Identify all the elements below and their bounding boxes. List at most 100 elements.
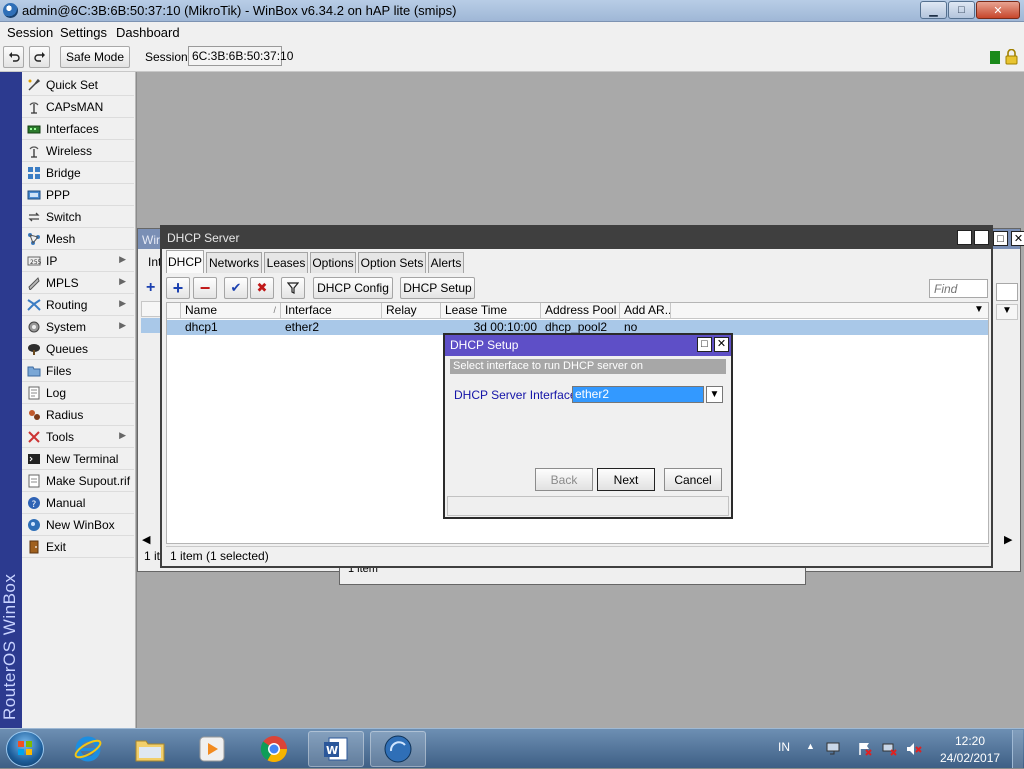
language-indicator[interactable]: IN <box>778 740 790 754</box>
sidebar-item-exit[interactable]: Exit <box>22 536 134 558</box>
column-menu-icon[interactable]: ▼ <box>974 304 984 315</box>
submenu-arrow-icon: ▶ <box>119 320 126 330</box>
remove-button[interactable]: − <box>193 277 217 299</box>
manual-icon: ? <box>28 496 40 510</box>
tab-dhcp[interactable]: DHCP <box>166 250 204 273</box>
dhcp-server-maximize-button[interactable]: □ <box>957 230 972 245</box>
session-field[interactable]: 6C:3B:6B:50:37:10 <box>188 46 293 66</box>
minimize-button[interactable]: ▁ <box>920 1 947 19</box>
dhcp-setup-close-button[interactable]: ✕ <box>714 337 729 352</box>
network-disconnected-icon[interactable] <box>882 741 898 757</box>
sidebar-item-tools[interactable]: Tools ▶ <box>22 426 134 448</box>
column-header-interface[interactable]: Interface <box>281 303 382 319</box>
disable-button[interactable]: ✖ <box>250 277 274 299</box>
redo-button[interactable] <box>29 46 50 68</box>
sidebar-item-manual[interactable]: ? Manual <box>22 492 134 514</box>
sidebar-item-ppp[interactable]: PPP <box>22 184 134 206</box>
files-icon <box>27 366 41 376</box>
menu-dashboard[interactable]: Dashboard <box>116 25 180 40</box>
taskbar-winbox[interactable] <box>370 731 426 767</box>
dhcp-setup-maximize-button[interactable]: □ <box>697 337 712 352</box>
taskbar-internet-explorer[interactable] <box>60 731 116 767</box>
tab-options[interactable]: Options <box>310 252 356 273</box>
taskbar: W IN ▲ 12:20 24/02/2017 <box>0 728 1024 768</box>
column-header-add-arp[interactable]: Add AR... <box>620 303 671 319</box>
dhcp-server-status: 1 item (1 selected) <box>166 546 989 565</box>
sidebar-item-capsman[interactable]: CAPsMAN <box>22 96 134 118</box>
sidebar-item-ip[interactable]: 255 IP ▶ <box>22 250 134 272</box>
undo-button[interactable] <box>3 46 24 68</box>
dhcp-server-close-button[interactable]: ✕ <box>974 230 989 245</box>
start-button[interactable] <box>6 731 44 767</box>
tab-alerts[interactable]: Alerts <box>428 252 464 273</box>
back-button[interactable]: Back <box>535 468 593 491</box>
sidebar-item-new-winbox[interactable]: New WinBox <box>22 514 134 536</box>
dhcp-setup-dialog[interactable]: DHCP Setup □ ✕ Select interface to run D… <box>443 333 733 519</box>
add-button[interactable]: + <box>166 277 190 299</box>
tab-leases[interactable]: Leases <box>264 252 308 273</box>
dropdown-arrow-icon[interactable]: ▼ <box>706 386 723 403</box>
quick-set-icon <box>28 78 41 91</box>
sidebar-item-new-terminal[interactable]: New Terminal <box>22 448 134 470</box>
menu-session[interactable]: Session <box>7 25 53 40</box>
sidebar-item-make-supout[interactable]: Make Supout.rif <box>22 470 134 492</box>
sidebar-item-interfaces[interactable]: Interfaces <box>22 118 134 140</box>
tray-expand-icon[interactable]: ▲ <box>806 741 815 751</box>
back-window-column-menu[interactable]: ▼ <box>996 304 1018 320</box>
column-header-lease-time[interactable]: Lease Time <box>441 303 541 319</box>
tab-networks[interactable]: Networks <box>206 252 262 273</box>
enable-button[interactable]: ✔ <box>224 277 248 299</box>
clock-date[interactable]: 24/02/2017 <box>940 751 1000 765</box>
sidebar-item-switch[interactable]: Switch <box>22 206 134 228</box>
sidebar-item-wireless[interactable]: Wireless <box>22 140 134 162</box>
dhcp-config-button[interactable]: DHCP Config <box>313 277 393 299</box>
close-button[interactable]: ✕ <box>976 1 1020 19</box>
network-tray-icon[interactable] <box>826 741 842 757</box>
dhcp-setup-button[interactable]: DHCP Setup <box>400 277 475 299</box>
sidebar-item-files[interactable]: Files <box>22 360 134 382</box>
maximize-button[interactable]: □ <box>948 1 975 19</box>
column-header-address-pool[interactable]: Address Pool <box>541 303 620 319</box>
submenu-arrow-icon: ▶ <box>119 276 126 286</box>
taskbar-chrome[interactable] <box>246 731 302 767</box>
filter-button[interactable] <box>281 277 305 299</box>
sidebar-item-bridge[interactable]: Bridge <box>22 162 134 184</box>
sidebar-item-radius[interactable]: Radius <box>22 404 134 426</box>
cancel-button[interactable]: Cancel <box>664 468 722 491</box>
next-button[interactable]: Next <box>597 468 655 491</box>
show-desktop-button[interactable] <box>1012 730 1023 768</box>
column-header-relay[interactable]: Relay <box>382 303 441 319</box>
back-window-left-arrow[interactable]: ◀ <box>142 533 150 546</box>
sidebar-item-system[interactable]: System ▶ <box>22 316 134 338</box>
connection-status-icon <box>990 51 1000 64</box>
ppp-icon <box>27 190 41 199</box>
sidebar-item-routing[interactable]: Routing ▶ <box>22 294 134 316</box>
back-window-maximize-button[interactable]: □ <box>993 231 1008 246</box>
tab-option-sets[interactable]: Option Sets <box>358 252 426 273</box>
back-window-right-arrow[interactable]: ▶ <box>1004 533 1012 546</box>
find-input[interactable] <box>929 279 988 298</box>
dhcp-server-interface-select[interactable]: ether2 <box>572 386 704 403</box>
sidebar-item-mesh[interactable]: Mesh <box>22 228 134 250</box>
menu-settings[interactable]: Settings <box>60 25 107 40</box>
action-center-icon[interactable] <box>857 741 873 757</box>
sidebar-item-log[interactable]: Log <box>22 382 134 404</box>
volume-muted-icon[interactable] <box>906 741 922 757</box>
taskbar-file-explorer[interactable] <box>122 731 178 767</box>
dhcp-server-interface-label: DHCP Server Interface: <box>454 388 580 402</box>
column-header-name[interactable]: Name / <box>181 303 281 319</box>
window-title: admin@6C:3B:6B:50:37:10 (MikroTik) - Win… <box>22 3 457 18</box>
clock-time[interactable]: 12:20 <box>955 734 985 748</box>
sidebar-item-quick-set[interactable]: Quick Set <box>22 74 134 96</box>
back-window-find[interactable] <box>996 283 1018 301</box>
sidebar-menu: Quick Set CAPsMAN Interfaces Wireless Br… <box>22 72 136 728</box>
sidebar-item-mpls[interactable]: MPLS ▶ <box>22 272 134 294</box>
back-window-close-button[interactable]: ✕ <box>1011 231 1024 246</box>
taskbar-media-player[interactable] <box>184 731 240 767</box>
back-add-icon[interactable]: + <box>146 280 160 296</box>
window-controls: ▁ □ ✕ <box>920 1 1020 19</box>
redo-icon <box>33 52 45 62</box>
sidebar-item-queues[interactable]: Queues <box>22 338 134 360</box>
safe-mode-button[interactable]: Safe Mode <box>60 46 130 68</box>
taskbar-word[interactable]: W <box>308 731 364 767</box>
